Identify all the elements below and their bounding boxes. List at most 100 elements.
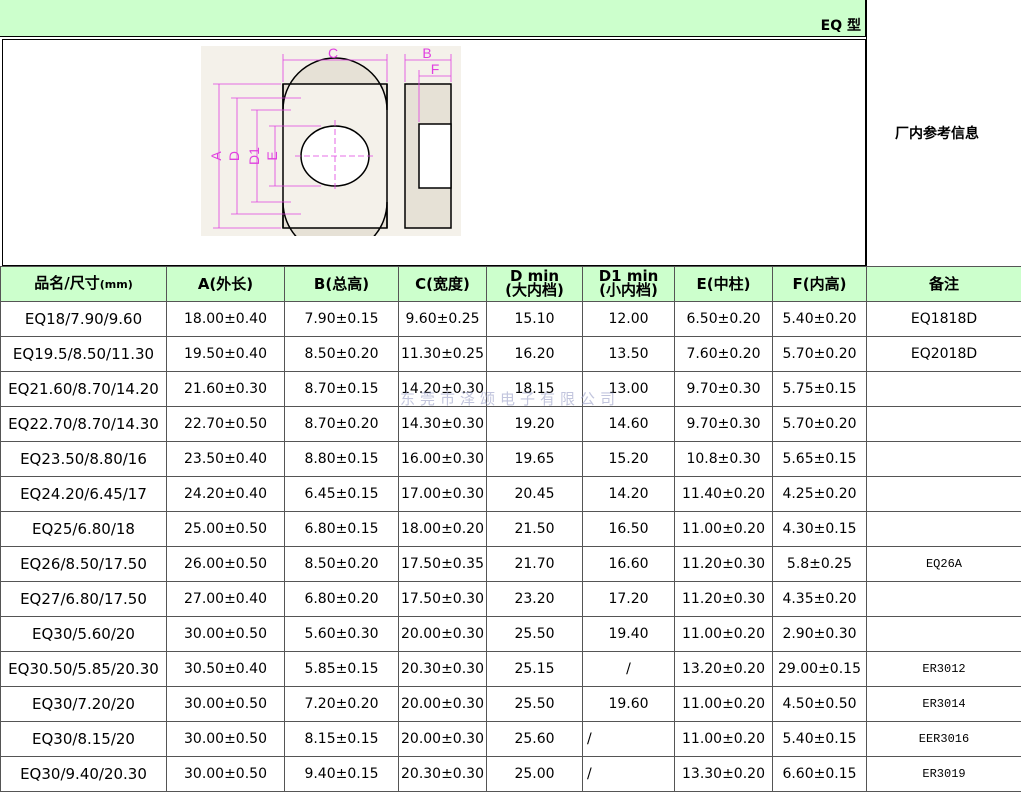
col-header-d: D min(大内档) bbox=[487, 267, 583, 302]
cell-f: 4.30±0.15 bbox=[773, 512, 867, 547]
table-row: EQ24.20/6.45/1724.20±0.406.45±0.1517.00±… bbox=[1, 477, 1021, 512]
cell-b: 8.50±0.20 bbox=[285, 547, 399, 582]
cell-c: 20.00±0.30 bbox=[399, 722, 487, 757]
cell-d1: 19.40 bbox=[583, 617, 675, 652]
col-header-e: E(中柱) bbox=[675, 267, 773, 302]
cell-f: 5.40±0.15 bbox=[773, 722, 867, 757]
cell-e: 11.00±0.20 bbox=[675, 687, 773, 722]
cell-f: 5.65±0.15 bbox=[773, 442, 867, 477]
cell-a: 30.00±0.50 bbox=[167, 757, 285, 792]
cell-name: EQ26/8.50/17.50 bbox=[1, 547, 167, 582]
reference-info-cell: 厂内参考信息 bbox=[866, 0, 1021, 266]
cell-c: 20.00±0.30 bbox=[399, 687, 487, 722]
cell-note bbox=[867, 442, 1021, 477]
table-row: EQ25/6.80/1825.00±0.506.80±0.1518.00±0.2… bbox=[1, 512, 1021, 547]
cell-e: 11.20±0.30 bbox=[675, 582, 773, 617]
cell-name: EQ30/7.20/20 bbox=[1, 687, 167, 722]
cell-note bbox=[867, 512, 1021, 547]
cell-d1: 14.20 bbox=[583, 477, 675, 512]
cell-d: 20.45 bbox=[487, 477, 583, 512]
cell-a: 18.00±0.40 bbox=[167, 302, 285, 337]
col-header-b: B(总高) bbox=[285, 267, 399, 302]
col-header-f: F(内高) bbox=[773, 267, 867, 302]
table-row: EQ30/9.40/20.3030.00±0.509.40±0.1520.30±… bbox=[1, 757, 1021, 792]
cell-f: 5.70±0.20 bbox=[773, 407, 867, 442]
title-band: EQ 型 bbox=[0, 0, 866, 37]
cell-b: 8.70±0.15 bbox=[285, 372, 399, 407]
cell-c: 17.50±0.30 bbox=[399, 582, 487, 617]
cell-f: 5.75±0.15 bbox=[773, 372, 867, 407]
cell-name: EQ30/9.40/20.30 bbox=[1, 757, 167, 792]
col-header-c: C(宽度) bbox=[399, 267, 487, 302]
cell-d1: / bbox=[583, 652, 675, 687]
cell-name: EQ18/7.90/9.60 bbox=[1, 302, 167, 337]
cell-b: 6.45±0.15 bbox=[285, 477, 399, 512]
cell-d: 18.15 bbox=[487, 372, 583, 407]
cell-f: 4.25±0.20 bbox=[773, 477, 867, 512]
eq-core-spec-table: 品名/尺寸(mm) A(外长) B(总高) C(宽度) D min(大内档) D… bbox=[0, 266, 1021, 792]
cell-c: 14.20±0.30 bbox=[399, 372, 487, 407]
cell-name: EQ22.70/8.70/14.30 bbox=[1, 407, 167, 442]
cell-a: 19.50±0.40 bbox=[167, 337, 285, 372]
cell-f: 5.40±0.20 bbox=[773, 302, 867, 337]
cell-d1: 16.60 bbox=[583, 547, 675, 582]
cell-e: 9.70±0.30 bbox=[675, 407, 773, 442]
cell-name: EQ30.50/5.85/20.30 bbox=[1, 652, 167, 687]
table-row: EQ22.70/8.70/14.3022.70±0.508.70±0.2014.… bbox=[1, 407, 1021, 442]
reference-info-label: 厂内参考信息 bbox=[895, 123, 979, 143]
cell-d: 25.50 bbox=[487, 617, 583, 652]
cell-d: 25.00 bbox=[487, 757, 583, 792]
cell-f: 4.35±0.20 bbox=[773, 582, 867, 617]
eq-core-drawing: C B F A D D1 E bbox=[201, 46, 461, 236]
cell-d1: 14.60 bbox=[583, 407, 675, 442]
cell-d: 21.50 bbox=[487, 512, 583, 547]
cell-b: 5.85±0.15 bbox=[285, 652, 399, 687]
table-row: EQ30/5.60/2030.00±0.505.60±0.3020.00±0.3… bbox=[1, 617, 1021, 652]
core-type-label: EQ 型 bbox=[821, 15, 861, 35]
cell-c: 9.60±0.25 bbox=[399, 302, 487, 337]
cell-f: 4.50±0.50 bbox=[773, 687, 867, 722]
cell-note: ER3012 bbox=[867, 652, 1021, 687]
table-row: EQ21.60/8.70/14.2021.60±0.308.70±0.1514.… bbox=[1, 372, 1021, 407]
cell-note: EQ2018D bbox=[867, 337, 1021, 372]
cell-note: EER3016 bbox=[867, 722, 1021, 757]
cell-e: 6.50±0.20 bbox=[675, 302, 773, 337]
cell-d: 25.15 bbox=[487, 652, 583, 687]
cell-d1: 12.00 bbox=[583, 302, 675, 337]
table-header-row: 品名/尺寸(mm) A(外长) B(总高) C(宽度) D min(大内档) D… bbox=[1, 267, 1021, 302]
cell-name: EQ24.20/6.45/17 bbox=[1, 477, 167, 512]
cell-e: 11.20±0.30 bbox=[675, 547, 773, 582]
dim-label-a: A bbox=[208, 151, 224, 161]
cell-a: 21.60±0.30 bbox=[167, 372, 285, 407]
cell-e: 9.70±0.30 bbox=[675, 372, 773, 407]
cell-name: EQ23.50/8.80/16 bbox=[1, 442, 167, 477]
cell-d1: 15.20 bbox=[583, 442, 675, 477]
cell-f: 5.70±0.20 bbox=[773, 337, 867, 372]
cell-name: EQ27/6.80/17.50 bbox=[1, 582, 167, 617]
cell-note: EQ1818D bbox=[867, 302, 1021, 337]
cell-f: 5.8±0.25 bbox=[773, 547, 867, 582]
cell-d: 23.20 bbox=[487, 582, 583, 617]
table-row: EQ18/7.90/9.6018.00±0.407.90±0.159.60±0.… bbox=[1, 302, 1021, 337]
cell-b: 6.80±0.20 bbox=[285, 582, 399, 617]
cell-note bbox=[867, 617, 1021, 652]
table-row: EQ23.50/8.80/1623.50±0.408.80±0.1516.00±… bbox=[1, 442, 1021, 477]
cell-e: 11.00±0.20 bbox=[675, 722, 773, 757]
cell-d: 25.50 bbox=[487, 687, 583, 722]
cell-c: 20.30±0.30 bbox=[399, 652, 487, 687]
cell-c: 20.00±0.30 bbox=[399, 617, 487, 652]
cell-c: 17.50±0.35 bbox=[399, 547, 487, 582]
cell-b: 8.15±0.15 bbox=[285, 722, 399, 757]
cell-e: 13.30±0.20 bbox=[675, 757, 773, 792]
cell-d: 15.10 bbox=[487, 302, 583, 337]
cell-d: 25.60 bbox=[487, 722, 583, 757]
cell-note: EQ26A bbox=[867, 547, 1021, 582]
col-header-note: 备注 bbox=[867, 267, 1021, 302]
cell-f: 29.00±0.15 bbox=[773, 652, 867, 687]
cell-f: 6.60±0.15 bbox=[773, 757, 867, 792]
cell-a: 24.20±0.40 bbox=[167, 477, 285, 512]
cell-c: 16.00±0.30 bbox=[399, 442, 487, 477]
table-row: EQ27/6.80/17.5027.00±0.406.80±0.2017.50±… bbox=[1, 582, 1021, 617]
cell-d1: / bbox=[583, 757, 675, 792]
cell-b: 8.50±0.20 bbox=[285, 337, 399, 372]
